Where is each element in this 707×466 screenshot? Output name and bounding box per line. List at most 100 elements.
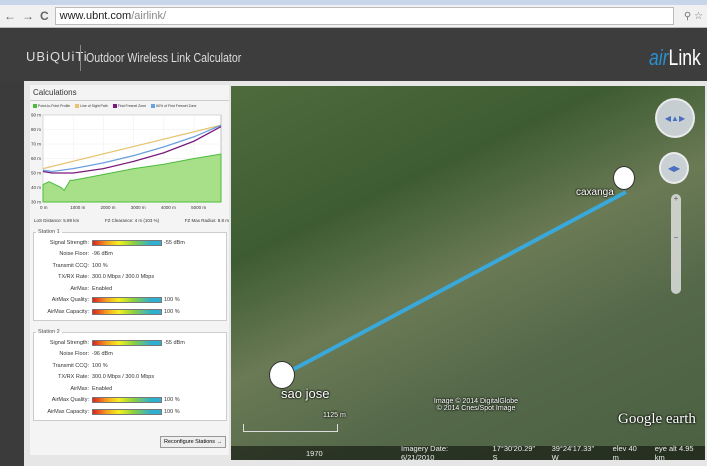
move-control[interactable]: ◀▶ (659, 152, 689, 184)
y-tick-label: 60 m (31, 156, 41, 161)
quality-value: 100 % (164, 397, 180, 404)
look-control[interactable]: ◀▲▶ (655, 98, 695, 138)
airmax-label: AirMax: (70, 285, 89, 292)
station-1-panel: Station 1 Signal Strength: -55 dBm Noise Fl… (33, 229, 227, 321)
x-tick-label: 0 m (40, 205, 48, 210)
y-tick-label: 30 m (31, 200, 41, 205)
noise-label: Noise Floor: (59, 251, 89, 258)
capacity-meter (92, 308, 162, 315)
reconfigure-stations-button[interactable]: Reconfigure Stations → (160, 436, 227, 448)
airlink-logo: airLink (649, 45, 701, 70)
noise-value: -96 dBm (92, 351, 113, 358)
scale-label: 1125 m (323, 412, 346, 419)
x-tick-label: 4000 m (161, 205, 176, 210)
rate-label: TX/RX Rate: (58, 274, 89, 281)
page-title: Outdoor Wireless Link Calculator (86, 51, 242, 65)
capacity-meter (92, 408, 162, 415)
fz-max-radius: FZ Max Radius: 8.8 m (184, 218, 229, 223)
signal-row: Signal Strength: -55 dBm (36, 237, 224, 249)
rate-value: 300.0 Mbps / 300.0 Mbps (92, 374, 155, 381)
map-view[interactable]: caxanga sao jose 1125 m Image © 2014 Dig… (231, 86, 705, 460)
airmax-label: AirMax: (70, 385, 89, 392)
scale-bar (243, 424, 338, 432)
signal-label: Signal Strength: (49, 339, 89, 346)
station-2-panel: Station 2 Signal Strength: -55 dBm Noise Fl… (33, 329, 227, 421)
rate-label: TX/RX Rate: (58, 374, 89, 381)
ccq-row: Transmit CCQ: 100 % (36, 360, 224, 372)
capacity-value: 100 % (164, 408, 180, 415)
signal-row: Signal Strength: -55 dBm (36, 337, 224, 349)
google-earth-logo: Google earth (618, 411, 696, 427)
link-info: LoS Distance: 5.89 km FZ Clearance: 4 m … (34, 218, 229, 223)
reload-button[interactable]: C (40, 9, 49, 23)
zoom-out-icon[interactable]: − (671, 233, 681, 242)
station-a-pin[interactable] (613, 166, 635, 190)
calculations-title: Calculations (30, 85, 229, 101)
ccq-label: Transmit CCQ: (52, 262, 89, 269)
airmax-row: AirMax: Enabled (36, 283, 224, 295)
signal-label: Signal Strength: (49, 239, 89, 246)
los-distance: LoS Distance: 5.89 km (34, 218, 80, 223)
ccq-row: Transmit CCQ: 100 % (36, 260, 224, 272)
longitude: 39°24'17.33" W (551, 444, 595, 460)
calculations-panel: Calculations Point-to-Point Profile Line … (30, 85, 229, 455)
airmax-row: AirMax: Enabled (36, 383, 224, 395)
quality-meter (92, 397, 162, 404)
imagery-date: Imagery Date: 6/21/2010 (401, 444, 449, 460)
x-tick-label: 3000 m (131, 205, 146, 210)
eye-altitude: eye alt 4.95 km (654, 444, 694, 460)
y-tick-label: 50 m (31, 171, 41, 176)
legend-item: Line of Sight Path (75, 104, 108, 109)
copyright: Image © 2014 DigitalGlobe © 2014 Cnes/Spo… (433, 398, 519, 412)
year-label: 1970 (306, 448, 323, 458)
signal-meter (92, 239, 162, 246)
capacity-label: AirMax Capacity: (47, 308, 89, 315)
y-tick-label: 70 m (31, 142, 41, 147)
station-a-label: caxanga (576, 187, 614, 198)
legend-item: First Fresnel Zone (112, 104, 146, 109)
station-title: Station 2 (38, 329, 60, 335)
zoom-slider[interactable]: + − (671, 194, 681, 294)
quality-label: AirMax Quality: (51, 297, 89, 304)
ccq-value: 100 % (92, 262, 108, 269)
forward-button[interactable]: → (22, 9, 34, 23)
ubiquiti-logo[interactable]: UBiQUiTi (26, 49, 88, 64)
x-tick-label: 2000 m (100, 205, 115, 210)
bookmark-star-icon[interactable]: ⚲ ☆ (684, 11, 707, 22)
browser-toolbar: ← → C www.ubnt.com/airlink/ ⚲ ☆ (0, 5, 707, 28)
signal-meter (92, 339, 162, 346)
x-tick-label: 5000 m (191, 205, 206, 210)
back-button[interactable]: ← (4, 9, 16, 23)
y-tick-label: 90 m (31, 113, 41, 118)
capacity-value: 100 % (164, 308, 180, 315)
airmax-value: Enabled (92, 285, 113, 292)
address-bar[interactable]: www.ubnt.com/airlink/ (54, 7, 674, 25)
noise-label: Noise Floor: (59, 351, 89, 358)
url-path: /airlink/ (131, 10, 167, 22)
rate-row: TX/RX Rate: 300.0 Mbps / 300.0 Mbps (36, 372, 224, 384)
legend-item: 60% of First Fresnel Zone (151, 104, 196, 109)
map-status-bar: 1970 Imagery Date: 6/21/2010 17°30'20.29… (231, 444, 705, 460)
chart-legend: Point-to-Point Profile Line of Sight Path… (30, 101, 229, 111)
noise-row: Noise Floor: -96 dBm (36, 249, 224, 261)
profile-chart: 30 m 40 m 50 m 60 m 70 m 80 m 90 m 0 m 1000 m 200… (31, 113, 222, 210)
x-tick-label: 1000 m (70, 205, 85, 210)
rate-value: 300.0 Mbps / 300.0 Mbps (92, 274, 155, 281)
zoom-in-icon[interactable]: + (671, 194, 681, 203)
y-tick-label: 40 m (31, 185, 41, 190)
quality-label: AirMax Quality: (51, 397, 89, 404)
latitude: 17°30'20.29" S (492, 444, 536, 460)
station-title: Station 1 (38, 229, 60, 235)
ccq-label: Transmit CCQ: (52, 362, 89, 369)
signal-value: -55 dBm (164, 339, 185, 346)
capacity-row: AirMax Capacity: 100 % (36, 406, 224, 418)
airmax-value: Enabled (92, 385, 113, 392)
legend-item: Point-to-Point Profile (33, 104, 70, 109)
station-b-pin[interactable] (269, 361, 295, 389)
fz-clearance: FZ Clearance: 4 m (103 %) (104, 218, 160, 223)
site-header: UBiQUiTi Outdoor Wireless Link Calculato… (0, 29, 707, 81)
signal-value: -55 dBm (164, 239, 185, 246)
noise-row: Noise Floor: -96 dBm (36, 349, 224, 361)
capacity-row: AirMax Capacity: 100 % (36, 306, 224, 318)
ccq-value: 100 % (92, 362, 108, 369)
